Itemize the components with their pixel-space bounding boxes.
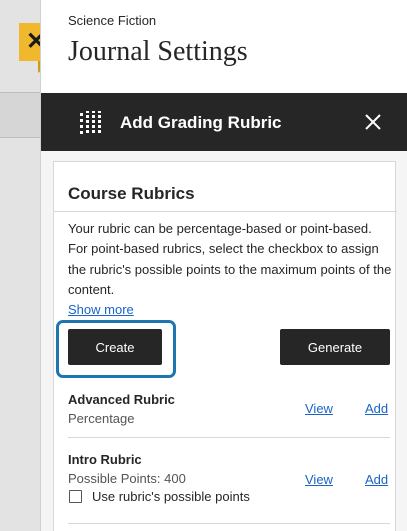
rubric-detail: Possible Points: 400 — [68, 471, 186, 486]
rubric-name: Advanced Rubric — [68, 392, 175, 407]
subpanel-title: Add Grading Rubric — [120, 113, 282, 132]
add-rubric-link[interactable]: Add — [365, 401, 388, 416]
view-rubric-link[interactable]: View — [305, 472, 333, 487]
breadcrumb: Science Fiction — [68, 13, 157, 28]
divider — [68, 437, 390, 438]
subpanel-content: Course Rubrics Your rubric can be percen… — [41, 151, 407, 531]
course-rubrics-card: Course Rubrics Your rubric can be percen… — [53, 161, 397, 531]
rubric-grid-icon — [80, 111, 101, 134]
background-page — [0, 0, 40, 531]
generate-button[interactable]: Generate — [280, 329, 390, 365]
use-possible-points-checkbox[interactable] — [69, 490, 82, 503]
section-title: Course Rubrics — [68, 184, 195, 203]
rubric-detail: Percentage — [68, 411, 135, 426]
background-divider — [0, 137, 40, 138]
journal-settings-panel: Science Fiction Journal Settings Add Gra… — [40, 0, 407, 531]
panel-header: Science Fiction Journal Settings — [41, 0, 407, 92]
create-button[interactable]: Create — [68, 329, 162, 365]
view-rubric-link[interactable]: View — [305, 401, 333, 416]
add-rubric-link[interactable]: Add — [365, 472, 388, 487]
close-x-icon[interactable] — [363, 112, 383, 132]
divider — [54, 211, 397, 212]
add-grading-rubric-header: Add Grading Rubric — [41, 93, 407, 151]
page-title: Journal Settings — [68, 36, 248, 67]
section-description: Your rubric can be percentage-based or p… — [68, 221, 392, 297]
rubric-name: Intro Rubric — [68, 452, 142, 467]
background-band — [0, 93, 40, 137]
checkbox-label: Use rubric's possible points — [92, 489, 250, 504]
show-more-link[interactable]: Show more — [68, 302, 134, 317]
divider — [68, 523, 390, 524]
